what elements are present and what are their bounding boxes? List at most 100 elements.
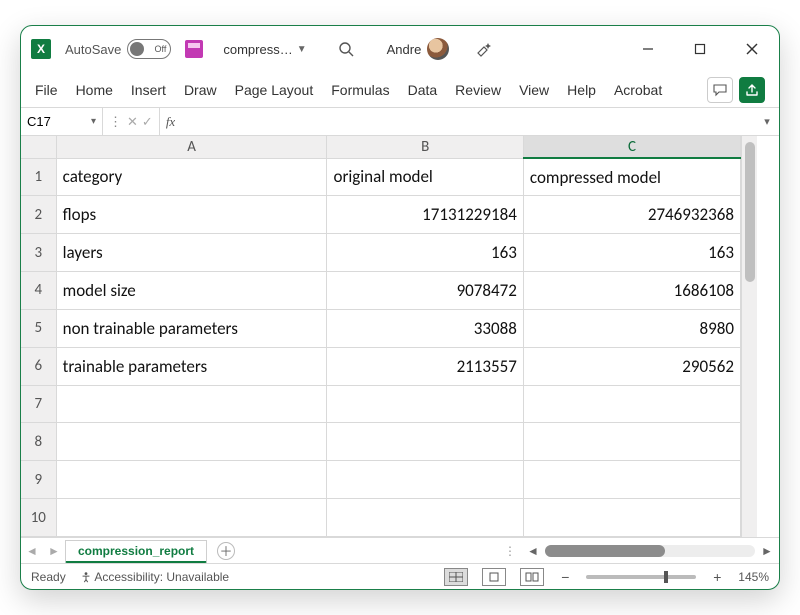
col-header-c[interactable]: C [523, 136, 740, 158]
cell[interactable] [327, 461, 523, 499]
tab-page-layout[interactable]: Page Layout [235, 82, 314, 98]
cell[interactable]: trainable parameters [56, 347, 327, 385]
formula-controls: ⋮ ✕ ✓ [103, 108, 160, 135]
row-header[interactable]: 8 [21, 423, 56, 461]
tab-insert[interactable]: Insert [131, 82, 166, 98]
cell[interactable] [523, 423, 740, 461]
comments-button[interactable] [707, 77, 733, 103]
row-header[interactable]: 1 [21, 158, 56, 196]
cell[interactable]: 17131229184 [327, 196, 523, 234]
row-header[interactable]: 9 [21, 461, 56, 499]
cell[interactable]: original model [327, 158, 523, 196]
cancel-formula-button[interactable]: ✕ [127, 114, 138, 130]
cell[interactable]: model size [56, 272, 327, 310]
hscroll-left[interactable]: ◄ [525, 544, 541, 558]
cell[interactable] [523, 385, 740, 423]
col-header-b[interactable]: B [327, 136, 523, 158]
save-icon[interactable] [185, 40, 203, 58]
clear-formatting-button[interactable] [469, 34, 499, 64]
vertical-scrollbar[interactable] [741, 136, 757, 537]
maximize-button[interactable] [677, 29, 723, 69]
cell[interactable] [56, 461, 327, 499]
cell[interactable]: 163 [327, 234, 523, 272]
close-button[interactable] [729, 29, 775, 69]
tab-home[interactable]: Home [76, 82, 113, 98]
filename-dropdown[interactable]: compress… ▼ [223, 42, 306, 57]
cell[interactable] [523, 499, 740, 537]
cell[interactable]: 9078472 [327, 272, 523, 310]
share-button[interactable] [739, 77, 765, 103]
cell[interactable] [523, 461, 740, 499]
cell[interactable]: 8980 [523, 309, 740, 347]
horizontal-scrollbar[interactable]: ◄ ► [525, 544, 775, 558]
autosave-toggle[interactable]: AutoSave Off [65, 39, 171, 59]
select-all-corner[interactable] [21, 136, 56, 158]
avatar [427, 38, 449, 60]
sheet-table: A B C 1categoryoriginal modelcompressed … [21, 136, 741, 537]
cell[interactable]: category [56, 158, 327, 196]
cell[interactable]: layers [56, 234, 327, 272]
cell[interactable] [56, 499, 327, 537]
row-header[interactable]: 3 [21, 234, 56, 272]
cell[interactable]: non trainable parameters [56, 309, 327, 347]
zoom-knob[interactable] [664, 571, 668, 583]
row-header[interactable]: 4 [21, 272, 56, 310]
fx-label[interactable]: fx [160, 114, 181, 130]
zoom-slider[interactable] [586, 575, 696, 579]
search-button[interactable] [331, 34, 361, 64]
cell[interactable] [56, 385, 327, 423]
account-button[interactable]: Andre [387, 38, 450, 60]
tab-file[interactable]: File [35, 82, 58, 98]
expand-formula-button[interactable]: ▾ [755, 115, 779, 128]
cell[interactable] [56, 423, 327, 461]
zoom-out-button[interactable]: − [558, 569, 572, 585]
tab-draw[interactable]: Draw [184, 82, 217, 98]
cell[interactable]: 2746932368 [523, 196, 740, 234]
tab-formulas[interactable]: Formulas [331, 82, 389, 98]
row-header[interactable]: 5 [21, 309, 56, 347]
view-normal-button[interactable] [444, 568, 468, 586]
cell[interactable]: 2113557 [327, 347, 523, 385]
name-box[interactable]: C17 ▾ [21, 108, 103, 135]
cell[interactable] [327, 423, 523, 461]
accept-formula-button[interactable]: ✓ [142, 114, 153, 130]
view-page-break-button[interactable] [520, 568, 544, 586]
tab-acrobat[interactable]: Acrobat [614, 82, 662, 98]
row-header[interactable]: 10 [21, 499, 56, 537]
accessibility-status[interactable]: Accessibility: Unavailable [80, 570, 229, 584]
cell[interactable]: 163 [523, 234, 740, 272]
row-header[interactable]: 6 [21, 347, 56, 385]
col-header-a[interactable]: A [56, 136, 327, 158]
tab-review[interactable]: Review [455, 82, 501, 98]
cell[interactable]: 33088 [327, 309, 523, 347]
hscroll-thumb[interactable] [545, 545, 665, 557]
tab-data[interactable]: Data [408, 82, 438, 98]
sheet-nav-prev[interactable]: ◄ [21, 544, 43, 558]
row-header[interactable]: 7 [21, 385, 56, 423]
tab-view[interactable]: View [519, 82, 549, 98]
cell[interactable]: 290562 [523, 347, 740, 385]
cell[interactable]: 1686108 [523, 272, 740, 310]
share-icon [745, 83, 759, 97]
cell[interactable]: flops [56, 196, 327, 234]
formula-input[interactable] [181, 108, 755, 135]
add-sheet-button[interactable]: ＋ [217, 542, 235, 560]
sheet-tab-active[interactable]: compression_report [65, 540, 207, 563]
tab-help[interactable]: Help [567, 82, 596, 98]
autosave-switch[interactable]: Off [127, 39, 171, 59]
sheet-nav-next[interactable]: ► [43, 544, 65, 558]
row-header[interactable]: 2 [21, 196, 56, 234]
cell[interactable] [327, 385, 523, 423]
zoom-level[interactable]: 145% [738, 570, 769, 584]
zoom-in-button[interactable]: + [710, 569, 724, 585]
cell[interactable] [327, 499, 523, 537]
spreadsheet-grid[interactable]: A B C 1categoryoriginal modelcompressed … [21, 136, 779, 537]
minimize-button[interactable] [625, 29, 671, 69]
splitter-handle-icon[interactable]: ⋮ [504, 544, 517, 558]
hscroll-right[interactable]: ► [759, 544, 775, 558]
view-page-layout-button[interactable] [482, 568, 506, 586]
hscroll-track[interactable] [545, 545, 755, 557]
drag-handle-icon[interactable]: ⋮ [109, 114, 123, 130]
cell[interactable]: compressed model [523, 158, 740, 196]
scrollbar-thumb[interactable] [745, 142, 755, 282]
